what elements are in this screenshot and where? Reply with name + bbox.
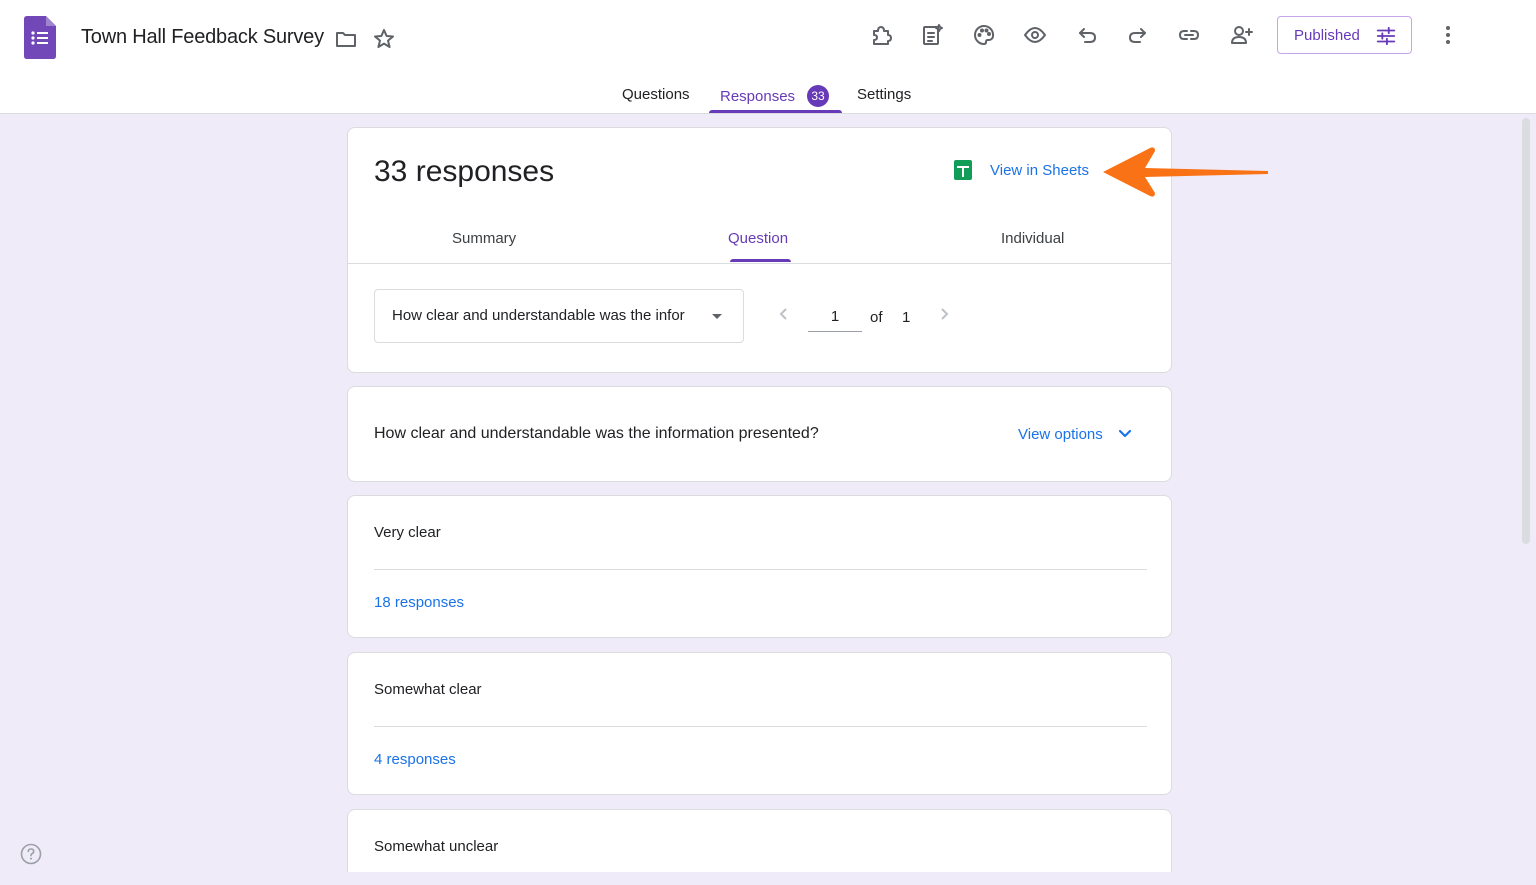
app-header: Town Hall Feedback Survey Published Ques… bbox=[0, 0, 1536, 114]
question-dropdown-value: How clear and understandable was the inf… bbox=[392, 307, 685, 324]
pager-total: 1 bbox=[902, 309, 911, 326]
tab-responses-label: Responses bbox=[720, 87, 796, 105]
sheets-icon bbox=[954, 160, 972, 180]
page-scrollbar[interactable] bbox=[1522, 118, 1530, 544]
customize-icon[interactable] bbox=[914, 17, 950, 53]
published-label: Published bbox=[1294, 26, 1360, 44]
undo-icon[interactable] bbox=[1069, 17, 1105, 53]
question-card: How clear and understandable was the inf… bbox=[347, 386, 1172, 482]
redo-icon[interactable] bbox=[1120, 17, 1156, 53]
form-title[interactable]: Town Hall Feedback Survey bbox=[81, 26, 324, 49]
view-options-label: View options bbox=[1018, 425, 1103, 443]
subtab-question[interactable]: Question bbox=[728, 230, 788, 247]
answer-card: Very clear 18 responses bbox=[347, 495, 1172, 638]
header-toolbar: Town Hall Feedback Survey Published bbox=[0, 0, 1536, 74]
preview-icon[interactable] bbox=[1017, 17, 1053, 53]
tab-questions[interactable]: Questions bbox=[622, 86, 690, 103]
forms-logo-icon[interactable] bbox=[24, 16, 56, 59]
answer-text: Very clear bbox=[374, 524, 441, 541]
add-collaborator-icon[interactable] bbox=[1223, 17, 1259, 53]
divider bbox=[348, 263, 1171, 264]
addons-icon[interactable] bbox=[863, 17, 899, 53]
tab-responses[interactable]: Responses 33 bbox=[720, 85, 830, 108]
divider bbox=[374, 726, 1147, 727]
more-vert-icon[interactable] bbox=[1430, 17, 1466, 53]
subtab-summary[interactable]: Summary bbox=[452, 230, 516, 247]
help-icon[interactable] bbox=[20, 843, 42, 865]
view-options-button[interactable]: View options bbox=[1018, 424, 1135, 444]
responses-count-badge: 33 bbox=[807, 85, 830, 107]
subtab-individual[interactable]: Individual bbox=[1001, 230, 1064, 247]
view-in-sheets-label: View in Sheets bbox=[990, 161, 1089, 179]
responses-count-heading: 33 responses bbox=[374, 155, 555, 188]
page-number-input[interactable]: 1 bbox=[808, 306, 862, 332]
settings-sliders-icon bbox=[1376, 26, 1396, 46]
folder-icon[interactable] bbox=[328, 21, 364, 57]
question-dropdown[interactable]: How clear and understandable was the inf… bbox=[374, 289, 744, 343]
link-icon[interactable] bbox=[1171, 17, 1207, 53]
answer-responses-link[interactable]: 18 responses bbox=[374, 594, 464, 611]
chevron-right-icon[interactable] bbox=[936, 306, 952, 322]
view-in-sheets-link[interactable]: View in Sheets bbox=[954, 160, 1089, 180]
form-tabs: Questions Responses 33 Settings bbox=[0, 78, 1536, 114]
answer-text: Somewhat unclear bbox=[374, 838, 499, 855]
dropdown-arrow-icon bbox=[712, 314, 722, 319]
star-icon[interactable] bbox=[366, 21, 402, 57]
answer-card: Somewhat clear 4 responses bbox=[347, 652, 1172, 795]
answer-card: Somewhat unclear bbox=[347, 809, 1172, 872]
answer-text: Somewhat clear bbox=[374, 681, 482, 698]
chevron-left-icon[interactable] bbox=[776, 306, 792, 322]
published-button[interactable]: Published bbox=[1277, 16, 1412, 54]
palette-icon[interactable] bbox=[966, 17, 1002, 53]
responses-summary-card: 33 responses View in Sheets Summary Ques… bbox=[347, 127, 1172, 373]
pager-of-label: of bbox=[870, 309, 883, 326]
question-title: How clear and understandable was the inf… bbox=[374, 425, 819, 442]
active-subtab-indicator bbox=[730, 259, 791, 262]
chevron-down-icon bbox=[1118, 429, 1131, 438]
answer-responses-link[interactable]: 4 responses bbox=[374, 751, 456, 768]
active-tab-indicator bbox=[709, 110, 842, 113]
divider bbox=[374, 569, 1147, 570]
annotation-arrow-icon bbox=[1103, 147, 1268, 197]
tab-settings[interactable]: Settings bbox=[857, 86, 911, 103]
